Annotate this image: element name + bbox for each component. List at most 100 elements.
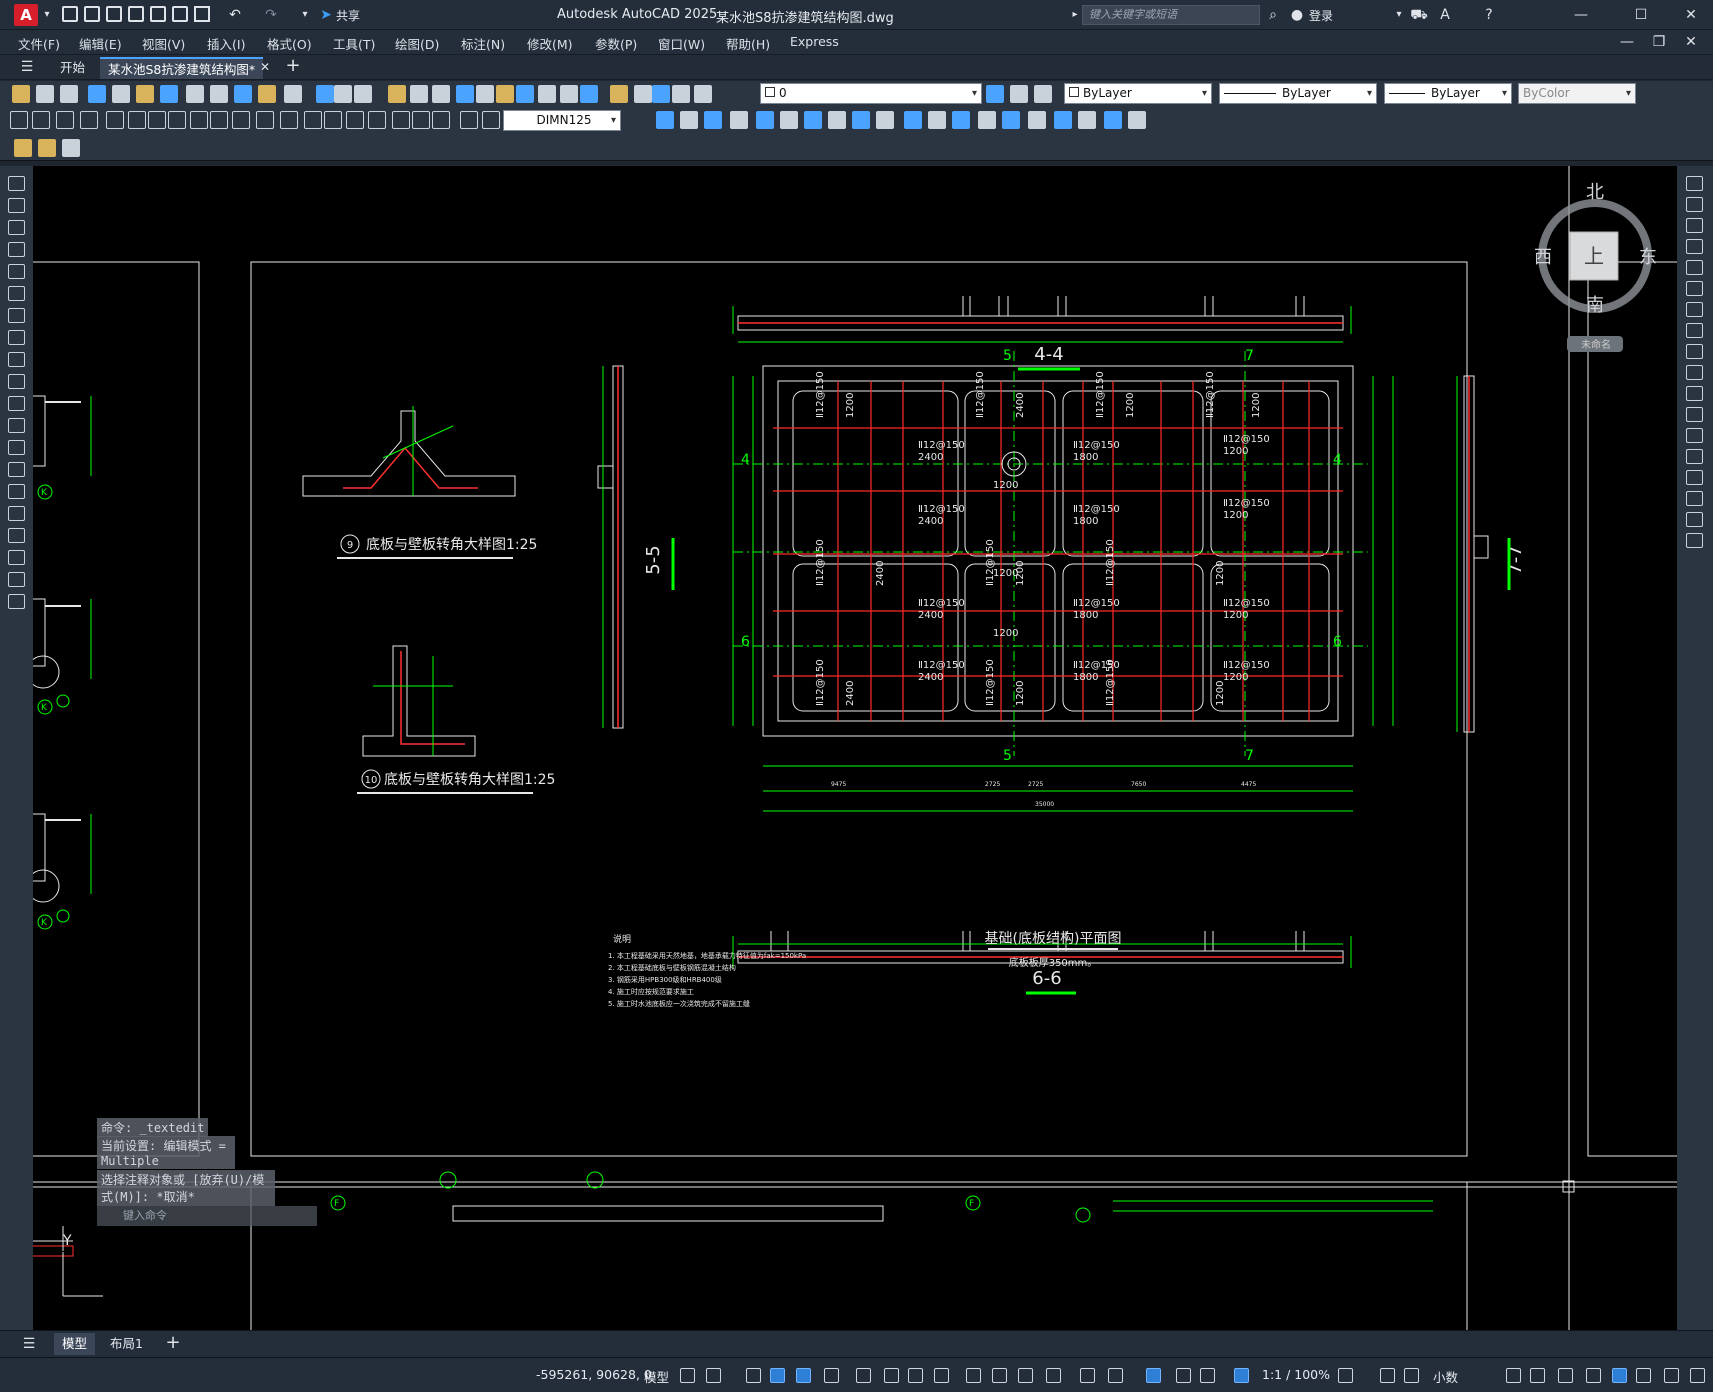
draw-tool-11-icon[interactable] — [8, 396, 25, 411]
maximize-icon[interactable]: ☐ — [1632, 6, 1650, 24]
modify-tool-13-icon[interactable] — [952, 111, 970, 129]
dim-tool-16-icon[interactable] — [346, 111, 364, 129]
status-toggle-10-icon[interactable] — [934, 1368, 949, 1383]
hamburger-menu-icon[interactable]: ☰ — [18, 58, 36, 76]
status-toggle-9-icon[interactable] — [908, 1368, 923, 1383]
status-toggle-14-icon[interactable] — [1046, 1368, 1061, 1383]
dim-tool-1-icon[interactable] — [10, 111, 28, 129]
dim-tool-22-icon[interactable] — [482, 111, 500, 129]
edit-tool-10-icon[interactable] — [1686, 365, 1703, 380]
status-toggle-2-icon[interactable] — [706, 1368, 721, 1383]
standard-tool-6-icon[interactable] — [136, 85, 154, 103]
draw-tool-12-icon[interactable] — [8, 418, 25, 433]
edit-tool-4-icon[interactable] — [1686, 239, 1703, 254]
status-toggle-18-icon[interactable] — [1176, 1368, 1191, 1383]
menu-draw[interactable]: 绘图(D) — [395, 34, 439, 53]
menu-help[interactable]: 帮助(H) — [726, 34, 770, 53]
dim-tool-2-icon[interactable] — [32, 111, 50, 129]
status-toggle-7-icon[interactable] — [856, 1368, 871, 1383]
status-toggle-28-icon[interactable] — [1612, 1368, 1627, 1383]
standard-tool-25-icon[interactable] — [580, 85, 598, 103]
status-toggle-1-icon[interactable] — [680, 1368, 695, 1383]
customize-chevron-icon[interactable]: ▾ — [296, 6, 314, 24]
dim-tool-7-icon[interactable] — [148, 111, 166, 129]
login-button[interactable]: 登录 — [1309, 7, 1333, 24]
layer-tool-2-icon[interactable] — [1010, 85, 1028, 103]
draw-tool-4-icon[interactable] — [8, 242, 25, 257]
edit-tool-15-icon[interactable] — [1686, 470, 1703, 485]
modify-tool-1-icon[interactable] — [656, 111, 674, 129]
menu-express[interactable]: Express — [790, 34, 839, 49]
drawing-canvas[interactable]: 4-4 6-6 5-5 7-7 Ⅱ12@150 2400 Ⅱ12@150 180… — [33, 166, 1677, 1330]
standard-tool-22-icon[interactable] — [516, 85, 534, 103]
modify-tool-14-icon[interactable] — [978, 111, 996, 129]
dim-tool-19-icon[interactable] — [412, 111, 430, 129]
draw-tool-15-icon[interactable] — [8, 484, 25, 499]
doc-close-icon[interactable]: ✕ — [1682, 33, 1700, 51]
status-toggle-29-icon[interactable] — [1636, 1368, 1651, 1383]
menu-edit[interactable]: 编辑(E) — [79, 34, 122, 53]
dim-tool-18-icon[interactable] — [392, 111, 410, 129]
app-menu-chevron-icon[interactable]: ▾ — [38, 6, 56, 24]
standard-tool-5-icon[interactable] — [112, 85, 130, 103]
help-icon[interactable]: ? — [1480, 6, 1498, 24]
standard-tool-16-icon[interactable] — [388, 85, 406, 103]
edit-tool-1-icon[interactable] — [1686, 176, 1703, 191]
modify-tool-5-icon[interactable] — [756, 111, 774, 129]
modify-tool-15-icon[interactable] — [1002, 111, 1020, 129]
edit-tool-14-icon[interactable] — [1686, 449, 1703, 464]
standard-tool-7-icon[interactable] — [160, 85, 178, 103]
standard-tool-19-icon[interactable] — [456, 85, 474, 103]
dim-tool-9-icon[interactable] — [190, 111, 208, 129]
standard-tool-11-icon[interactable] — [258, 85, 276, 103]
edit-tool-17-icon[interactable] — [1686, 512, 1703, 527]
draw-tool-5-icon[interactable] — [8, 264, 25, 279]
annotation-scale[interactable]: 1:1 / 100% — [1262, 1367, 1330, 1382]
share-icon[interactable]: ➤ — [317, 6, 335, 24]
autocad-logo[interactable]: A — [14, 4, 38, 26]
menu-window[interactable]: 窗口(W) — [658, 34, 705, 53]
model-space-button[interactable]: 模型 — [644, 1367, 669, 1386]
modify-tool-9-icon[interactable] — [852, 111, 870, 129]
color-dropdown[interactable]: ByLayer ▾ — [1064, 83, 1212, 104]
dim-tool-21-icon[interactable] — [460, 111, 478, 129]
viewcube[interactable]: 上 北 南 西 东 未命名 — [1534, 182, 1657, 352]
modify-tool-16-icon[interactable] — [1028, 111, 1046, 129]
edit-tool-18-icon[interactable] — [1686, 533, 1703, 548]
dim-tool-17-icon[interactable] — [368, 111, 386, 129]
autodesk-app-icon[interactable]: A — [1436, 6, 1454, 24]
draw-tool-16-icon[interactable] — [8, 506, 25, 521]
standard-tool-17-icon[interactable] — [410, 85, 428, 103]
standard-tool-24-icon[interactable] — [560, 85, 578, 103]
doc-restore-icon[interactable]: ❐ — [1650, 33, 1668, 51]
dim-tool-8-icon[interactable] — [168, 111, 186, 129]
open-web-icon[interactable] — [150, 6, 166, 22]
share-button[interactable]: 共享 — [336, 7, 360, 24]
redo-icon[interactable]: ↷ — [262, 6, 280, 24]
search-icon[interactable]: ⌕ — [1264, 6, 1282, 24]
dim-tool-12-icon[interactable] — [256, 111, 274, 129]
new-icon[interactable] — [62, 6, 78, 22]
standard-tool-29-icon[interactable] — [672, 85, 690, 103]
modify-tool-8-icon[interactable] — [828, 111, 846, 129]
tab-start[interactable]: 开始 — [52, 57, 93, 79]
dimstyle-dropdown[interactable]: DIMN125 ▾ — [503, 110, 621, 131]
status-toggle-24-icon[interactable] — [1506, 1368, 1521, 1383]
menu-parametric[interactable]: 参数(P) — [595, 34, 637, 53]
status-toggle-21-icon[interactable] — [1338, 1368, 1353, 1383]
standard-tool-18-icon[interactable] — [432, 85, 450, 103]
edit-block-icon[interactable] — [14, 139, 32, 157]
menu-format[interactable]: 格式(O) — [267, 34, 312, 53]
new-tab-icon[interactable]: + — [284, 57, 302, 75]
dim-tool-13-icon[interactable] — [280, 111, 298, 129]
edit-tool-6-icon[interactable] — [1686, 281, 1703, 296]
status-toggle-6-icon[interactable] — [824, 1368, 839, 1383]
standard-tool-13-icon[interactable] — [316, 85, 334, 103]
standard-tool-26-icon[interactable] — [610, 85, 628, 103]
plot-icon[interactable] — [194, 6, 210, 22]
layout-menu-icon[interactable]: ☰ — [20, 1335, 38, 1353]
command-input[interactable]: 键入命令 — [97, 1206, 317, 1226]
standard-tool-8-icon[interactable] — [186, 85, 204, 103]
tab-model[interactable]: 模型 — [54, 1333, 96, 1355]
draw-tool-6-icon[interactable] — [8, 286, 25, 301]
